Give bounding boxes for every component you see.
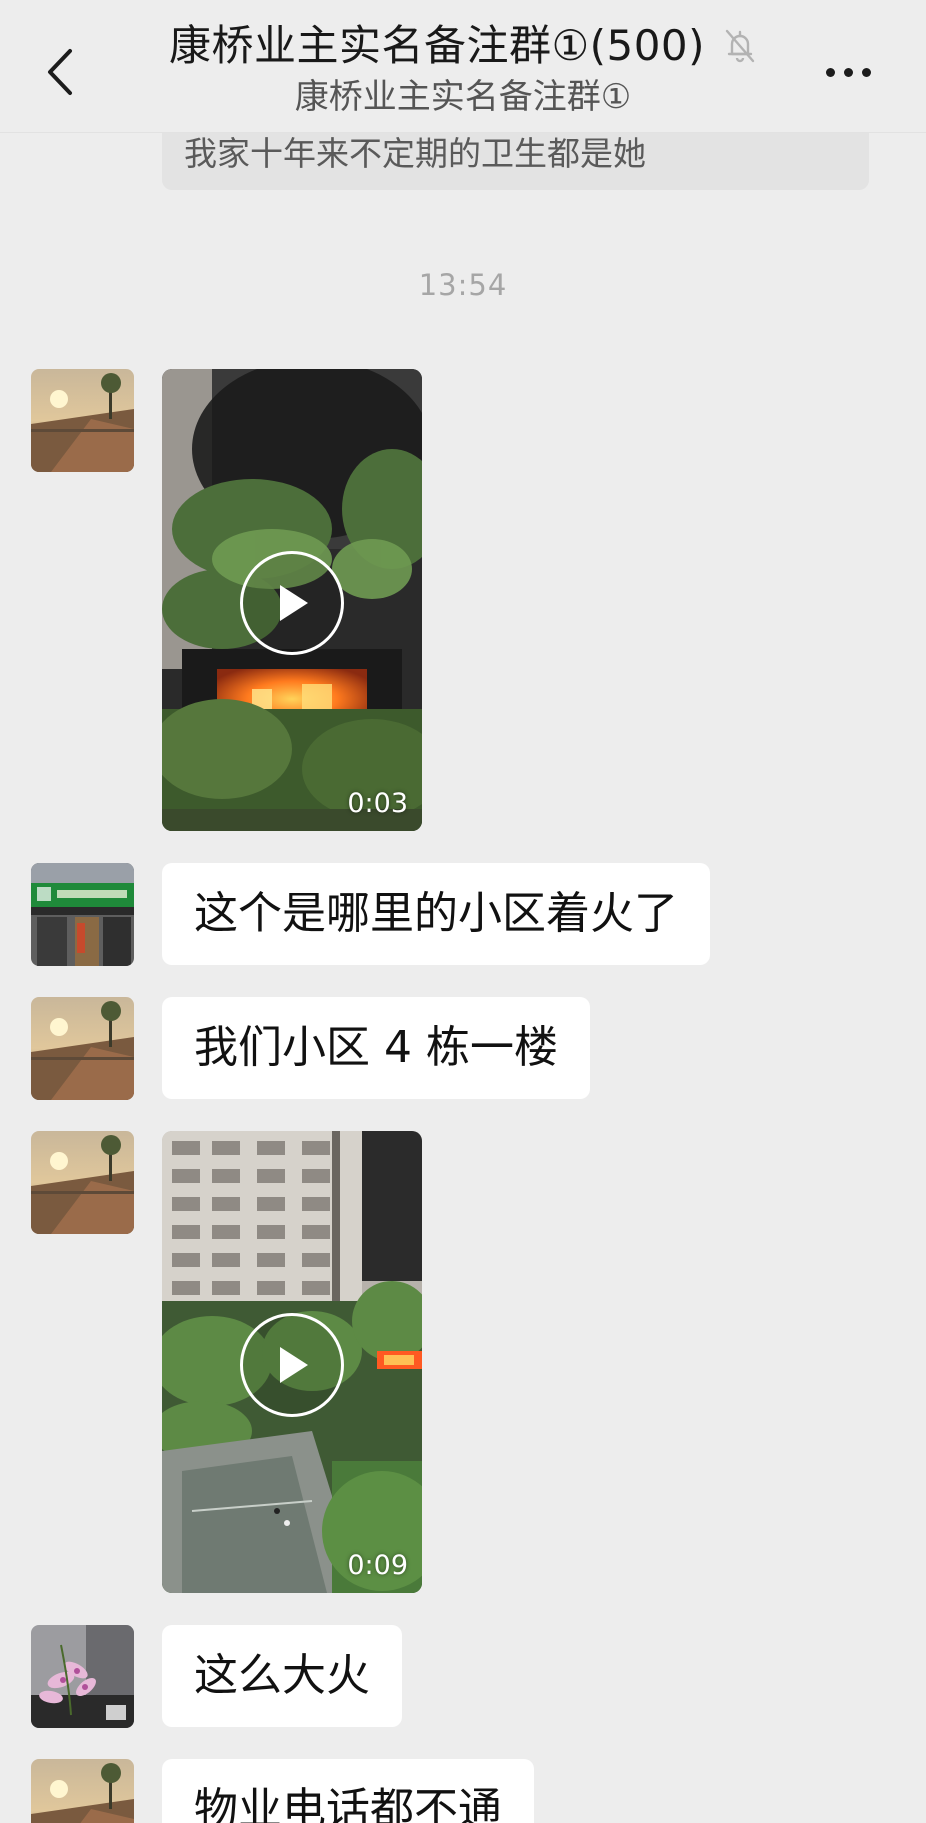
- message-bubble[interactable]: 这个是哪里的小区着火了: [162, 863, 710, 965]
- play-icon: [280, 585, 308, 621]
- more-dots-icon: [825, 67, 871, 77]
- video-message[interactable]: 0:09: [162, 1131, 422, 1593]
- message-bubble[interactable]: 这么大火: [162, 1625, 402, 1727]
- bell-muted-icon: [723, 28, 757, 64]
- play-button[interactable]: [240, 551, 344, 655]
- video-message[interactable]: 0:03: [162, 369, 422, 831]
- chat-title: 康桥业主实名备注群①(500): [168, 21, 706, 70]
- chat-subtitle: 康桥业主实名备注群①: [294, 77, 632, 117]
- message-bubble[interactable]: 物业电话都不通: [162, 1759, 534, 1823]
- avatar[interactable]: [31, 1625, 134, 1728]
- title-block: 康桥业主实名备注群①(500) 康桥业主实名备注群①: [0, 18, 926, 118]
- play-icon: [280, 1347, 308, 1383]
- avatar[interactable]: [31, 369, 134, 472]
- avatar[interactable]: [31, 863, 134, 966]
- video-duration: 0:03: [347, 788, 408, 819]
- video-duration: 0:09: [347, 1550, 408, 1581]
- avatar[interactable]: [31, 1759, 134, 1823]
- play-button[interactable]: [240, 1313, 344, 1417]
- avatar[interactable]: [31, 997, 134, 1100]
- avatar[interactable]: [31, 1131, 134, 1234]
- message-bubble[interactable]: 我们小区 4 栋一楼: [162, 997, 590, 1099]
- more-options-button[interactable]: [818, 52, 878, 92]
- chat-title-row: 康桥业主实名备注群①(500): [169, 18, 757, 74]
- chat-header: 康桥业主实名备注群①(500) 康桥业主实名备注群①: [0, 0, 926, 133]
- message-timestamp: 13:54: [418, 268, 508, 302]
